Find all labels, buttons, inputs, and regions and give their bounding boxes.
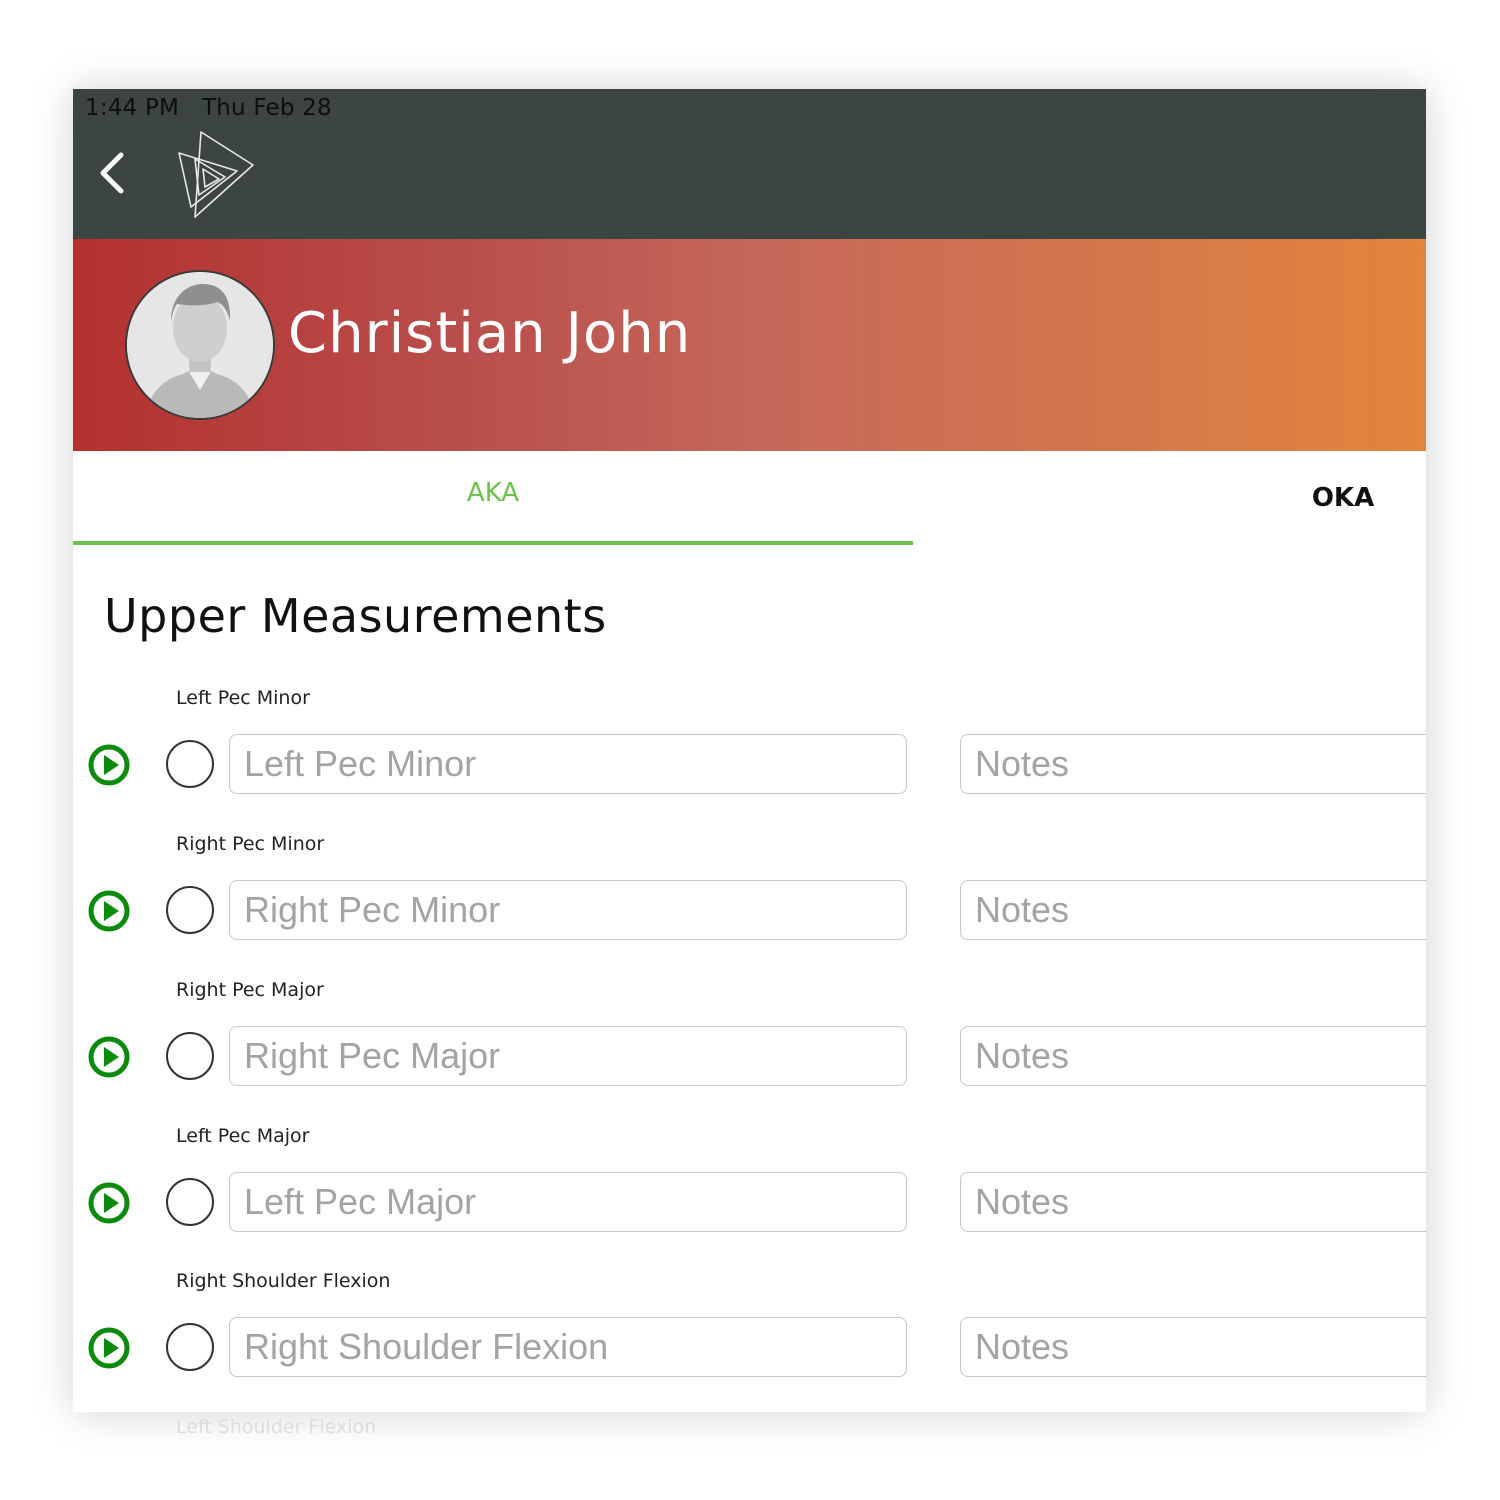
measurement-input[interactable] <box>229 1317 907 1377</box>
tab-oka-label: OKA <box>1311 483 1375 513</box>
select-radio[interactable] <box>166 1323 214 1371</box>
measurement-input[interactable] <box>229 1026 907 1086</box>
measurement-label: Right Pec Major <box>176 979 324 1001</box>
play-icon[interactable] <box>87 1326 131 1370</box>
select-radio[interactable] <box>166 886 214 934</box>
status-time: 1:44 PM <box>85 95 180 121</box>
select-radio[interactable] <box>166 1032 214 1080</box>
measurement-input[interactable] <box>229 734 907 794</box>
tab-aka-label: AKA <box>466 478 520 508</box>
measurement-label: Left Pec Major <box>176 1125 310 1147</box>
profile-name: Christian John <box>288 301 692 366</box>
play-icon[interactable] <box>87 1035 131 1079</box>
avatar <box>125 270 275 420</box>
app-window: 1:44 PM Thu Feb 28 Christian John AKA OK… <box>73 89 1426 1412</box>
notes-input[interactable] <box>960 1317 1426 1377</box>
triangles-logo-icon <box>173 129 255 219</box>
person-silhouette-icon <box>127 272 273 418</box>
notes-input[interactable] <box>960 1172 1426 1232</box>
select-radio[interactable] <box>166 1178 214 1226</box>
notes-input[interactable] <box>960 734 1426 794</box>
play-icon[interactable] <box>87 1181 131 1225</box>
notes-input[interactable] <box>960 1026 1426 1086</box>
measurement-input[interactable] <box>229 880 907 940</box>
tab-oka[interactable]: OKA <box>1273 451 1413 555</box>
select-radio[interactable] <box>166 740 214 788</box>
chevron-left-icon <box>100 152 124 194</box>
notes-input[interactable] <box>960 880 1426 940</box>
measurement-input[interactable] <box>229 1172 907 1232</box>
measurement-label: Right Shoulder Flexion <box>176 1270 391 1292</box>
section-title: Upper Measurements <box>104 589 607 643</box>
measurement-label: Left Pec Minor <box>176 687 310 709</box>
back-button[interactable] <box>89 147 135 199</box>
status-date: Thu Feb 28 <box>202 95 332 121</box>
measurement-label: Right Pec Minor <box>176 833 325 855</box>
play-icon[interactable] <box>87 889 131 933</box>
play-icon[interactable] <box>87 743 131 787</box>
profile-banner: Christian John <box>73 239 1426 451</box>
measurement-label-partial: Left Shoulder Flexion <box>176 1416 377 1438</box>
top-bar: 1:44 PM Thu Feb 28 <box>73 89 1426 239</box>
tab-aka[interactable]: AKA <box>73 451 913 545</box>
